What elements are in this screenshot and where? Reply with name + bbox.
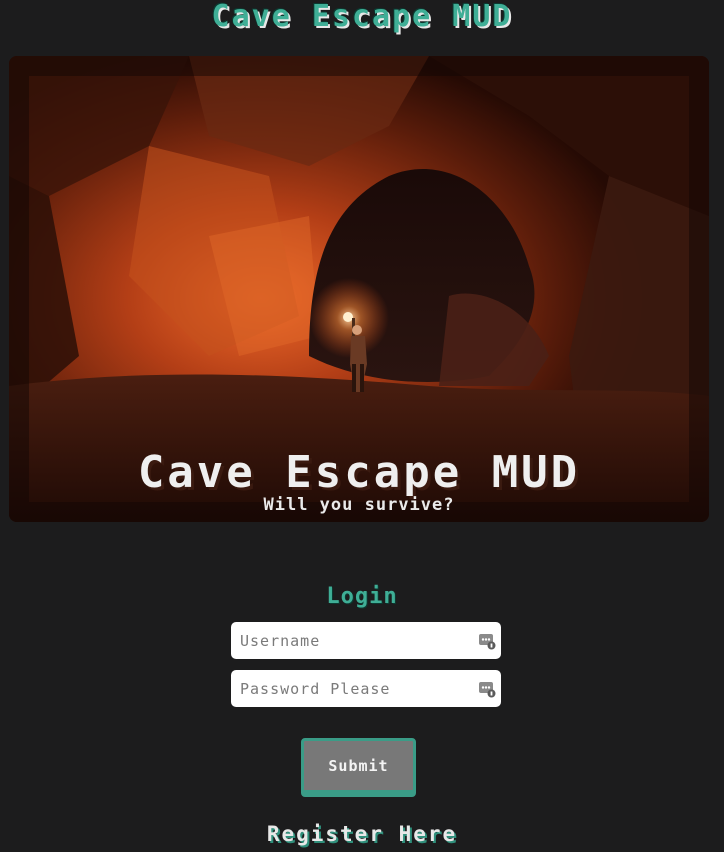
submit-button[interactable]: Submit	[301, 738, 416, 797]
hero-title: Cave Escape MUD	[137, 447, 581, 498]
password-manager-icon[interactable]	[478, 680, 496, 698]
hero-subtitle: Will you survive?	[263, 495, 455, 515]
username-input[interactable]	[231, 622, 476, 659]
register-link[interactable]: Register Here	[0, 820, 724, 848]
site-title: Cave Escape MUD	[211, 0, 513, 34]
password-input[interactable]	[231, 670, 476, 707]
username-field-container	[231, 622, 501, 659]
password-manager-icon[interactable]	[478, 632, 496, 650]
password-field-container	[231, 670, 501, 707]
login-heading: Login	[326, 584, 398, 609]
hero-banner: Cave Escape MUD Will you survive?	[9, 56, 709, 522]
